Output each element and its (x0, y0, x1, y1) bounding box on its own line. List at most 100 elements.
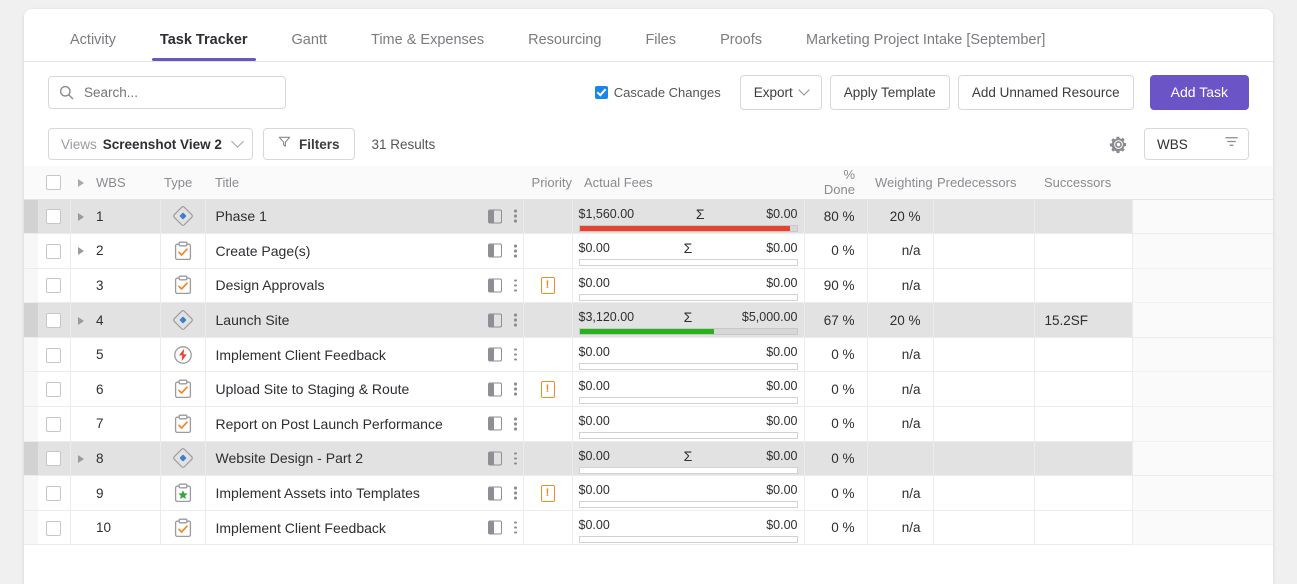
header-actual-fees[interactable]: Actual Fees (572, 166, 804, 200)
row-select-cell[interactable] (38, 406, 71, 442)
tab-files[interactable]: Files (623, 32, 698, 61)
cascade-changes-toggle[interactable]: Cascade Changes (594, 85, 721, 100)
cell-title[interactable]: Upload Site to Staging & Route (205, 371, 524, 408)
open-panel-icon[interactable] (487, 520, 502, 535)
row-menu-icon[interactable] (513, 451, 517, 466)
filters-button[interactable]: Filters (263, 128, 355, 160)
row-checkbox[interactable] (46, 451, 62, 467)
cell-title[interactable]: Launch Site (205, 302, 524, 338)
cell-title[interactable]: Report on Post Launch Performance (205, 406, 524, 442)
row-expand-cell[interactable] (70, 233, 92, 269)
row-checkbox[interactable] (46, 347, 62, 363)
add-task-button[interactable]: Add Task (1149, 74, 1249, 110)
header-successors[interactable]: Successors (1034, 166, 1132, 200)
views-dropdown[interactable]: Views Screenshot View 2 (48, 128, 253, 160)
row-expand-cell[interactable] (70, 441, 92, 477)
open-panel-icon[interactable] (487, 382, 502, 397)
table-row[interactable]: 5 Implement Client Feedback $0.00 $0.00 0 % n… (24, 337, 1273, 373)
row-menu-icon[interactable] (513, 416, 517, 431)
open-panel-icon[interactable] (487, 416, 502, 431)
cell-title[interactable]: Implement Client Feedback (205, 337, 524, 373)
header-select-all[interactable] (38, 166, 70, 200)
row-checkbox[interactable] (46, 278, 62, 294)
table-row[interactable]: 9 Implement Assets into Templates! $0.00 $0… (24, 475, 1273, 511)
tab-marketing-project-intake-september[interactable]: Marketing Project Intake [September] (784, 32, 1067, 61)
row-menu-icon[interactable] (513, 347, 517, 362)
row-select-cell[interactable] (38, 337, 71, 373)
row-checkbox[interactable] (46, 243, 62, 259)
row-menu-icon[interactable] (513, 382, 517, 397)
tab-task-tracker[interactable]: Task Tracker (138, 32, 270, 61)
row-expand-cell[interactable] (70, 199, 92, 235)
row-select-cell[interactable] (38, 475, 71, 511)
row-select-cell[interactable] (38, 268, 71, 304)
row-menu-icon[interactable] (513, 313, 517, 328)
cell-title[interactable]: Website Design - Part 2 (205, 441, 524, 477)
open-panel-icon[interactable] (487, 209, 502, 224)
table-row[interactable]: 8 Website Design - Part 2 $0.00 Σ $0.00 0 % (24, 441, 1273, 477)
cell-title[interactable]: Phase 1 (205, 199, 524, 235)
header-priority[interactable]: Priority (523, 166, 572, 200)
cell-title[interactable]: Implement Client Feedback (205, 510, 524, 546)
row-menu-icon[interactable] (513, 520, 517, 535)
header-expand-all[interactable] (70, 166, 92, 200)
header-wbs[interactable]: WBS (92, 166, 160, 200)
search-input[interactable] (82, 83, 266, 101)
header-weighting[interactable]: Weighting (867, 166, 933, 200)
header-predecessors[interactable]: Predecessors (933, 166, 1034, 200)
expand-triangle-icon[interactable] (78, 212, 85, 221)
row-menu-icon[interactable] (513, 486, 517, 501)
export-button[interactable]: Export (739, 74, 822, 110)
open-panel-icon[interactable] (487, 451, 502, 466)
header-title[interactable]: Title (205, 166, 523, 200)
tab-proofs[interactable]: Proofs (698, 32, 784, 61)
row-expand-cell[interactable] (70, 302, 92, 338)
open-panel-icon[interactable] (487, 313, 502, 328)
row-checkbox[interactable] (46, 313, 62, 329)
tab-time-expenses[interactable]: Time & Expenses (349, 32, 506, 61)
header-type[interactable]: Type (160, 166, 205, 200)
apply-template-button[interactable]: Apply Template (829, 74, 950, 110)
expand-triangle-icon[interactable] (78, 454, 85, 463)
search-box[interactable] (48, 75, 286, 109)
open-panel-icon[interactable] (487, 278, 502, 293)
row-menu-icon[interactable] (513, 243, 517, 258)
row-checkbox[interactable] (46, 486, 62, 502)
row-select-cell[interactable] (38, 441, 71, 477)
cell-title[interactable]: Design Approvals (205, 268, 524, 304)
row-select-cell[interactable] (38, 302, 71, 338)
row-checkbox[interactable] (46, 209, 62, 225)
row-select-cell[interactable] (38, 371, 71, 408)
table-row[interactable]: 3 Design Approvals! $0.00 $0.00 90 % n/a (24, 268, 1273, 304)
row-checkbox[interactable] (46, 520, 62, 536)
open-panel-icon[interactable] (487, 347, 502, 362)
table-row[interactable]: 7 Report on Post Launch Performance $0.00 $… (24, 406, 1273, 442)
wbs-sort-dropdown[interactable]: WBS (1144, 128, 1249, 160)
add-unnamed-resource-button[interactable]: Add Unnamed Resource (957, 74, 1134, 110)
row-menu-icon[interactable] (513, 209, 517, 224)
table-row[interactable]: 4 Launch Site $3,120.00 Σ $5,000.00 67 % 20 % 1… (24, 302, 1273, 338)
tab-gantt[interactable]: Gantt (270, 32, 349, 61)
table-row[interactable]: 2 Create Page(s) $0.00 Σ $0.00 0 % n/a (24, 233, 1273, 269)
cascade-checkbox-icon[interactable] (594, 85, 608, 99)
row-menu-icon[interactable] (513, 278, 517, 293)
select-all-checkbox[interactable] (46, 175, 61, 191)
expand-triangle-icon[interactable] (78, 247, 85, 256)
open-panel-icon[interactable] (487, 243, 502, 258)
row-select-cell[interactable] (38, 510, 71, 546)
tab-activity[interactable]: Activity (48, 32, 138, 61)
cell-title[interactable]: Create Page(s) (205, 233, 524, 269)
table-row[interactable]: 6 Upload Site to Staging & Route! $0.00 $0.… (24, 371, 1273, 408)
row-select-cell[interactable] (38, 199, 71, 235)
tab-resourcing[interactable]: Resourcing (506, 32, 623, 61)
row-checkbox[interactable] (46, 382, 62, 398)
table-row[interactable]: 10 Implement Client Feedback $0.00 $0.00 0 %… (24, 510, 1273, 546)
open-panel-icon[interactable] (487, 486, 502, 501)
gear-icon[interactable] (1109, 135, 1128, 154)
cell-title[interactable]: Implement Assets into Templates (205, 475, 524, 511)
row-select-cell[interactable] (38, 233, 71, 269)
header-pct-done[interactable]: % Done (804, 166, 867, 200)
table-row[interactable]: 1 Phase 1 $1,560.00 Σ $0.00 80 % 20 % (24, 199, 1273, 235)
expand-all-triangle-icon[interactable] (78, 178, 84, 187)
row-checkbox[interactable] (46, 416, 62, 432)
